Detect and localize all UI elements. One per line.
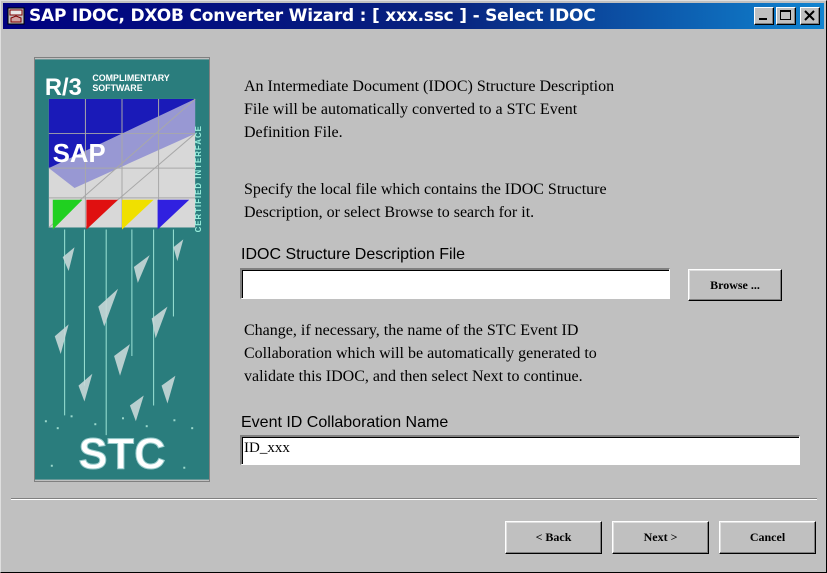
app-icon[interactable] xyxy=(7,7,25,25)
logo-sap-text: SAP xyxy=(53,140,106,168)
window-title: SAP IDOC, DXOB Converter Wizard : [ xxx.… xyxy=(29,6,596,26)
wizard-window: SAP IDOC, DXOB Converter Wizard : [ xxx.… xyxy=(0,0,827,573)
close-button[interactable] xyxy=(800,7,820,25)
cancel-button[interactable]: Cancel xyxy=(719,521,816,554)
maximize-button[interactable] xyxy=(776,7,796,25)
collab-name-input[interactable]: ID_xxx xyxy=(240,435,800,465)
intro-text: An Intermediate Document (IDOC) Structur… xyxy=(244,78,615,141)
browse-button[interactable]: Browse ... xyxy=(688,269,782,301)
logo-stc-text: STC xyxy=(79,431,166,479)
maximize-icon xyxy=(780,10,791,20)
logo-software-text: SOFTWARE xyxy=(92,83,142,93)
specify-text: Specify the local file which contains th… xyxy=(244,181,607,221)
logo-certified-text: CERTIFIED INTERFACE xyxy=(194,125,203,232)
idoc-file-input[interactable] xyxy=(240,268,670,299)
back-button[interactable]: < Back xyxy=(505,521,602,554)
close-icon xyxy=(804,10,815,21)
title-bar[interactable]: SAP IDOC, DXOB Converter Wizard : [ xxx.… xyxy=(3,3,824,29)
minimize-button[interactable] xyxy=(754,7,774,25)
change-text: Change, if necessary, the name of the ST… xyxy=(244,322,597,385)
logo-r3-text: R/3 xyxy=(45,75,82,101)
sap-r3-stc-logo: R/3 COMPLIMENTARY SOFTWARE SAP CERTIFIED… xyxy=(34,57,210,482)
logo-complimentary-text: COMPLIMENTARY xyxy=(92,73,169,83)
collab-name-label: Event ID Collaboration Name xyxy=(241,414,449,431)
next-button[interactable]: Next > xyxy=(612,521,709,554)
minimize-icon xyxy=(759,18,767,20)
idoc-file-label: IDOC Structure Description File xyxy=(241,246,466,263)
